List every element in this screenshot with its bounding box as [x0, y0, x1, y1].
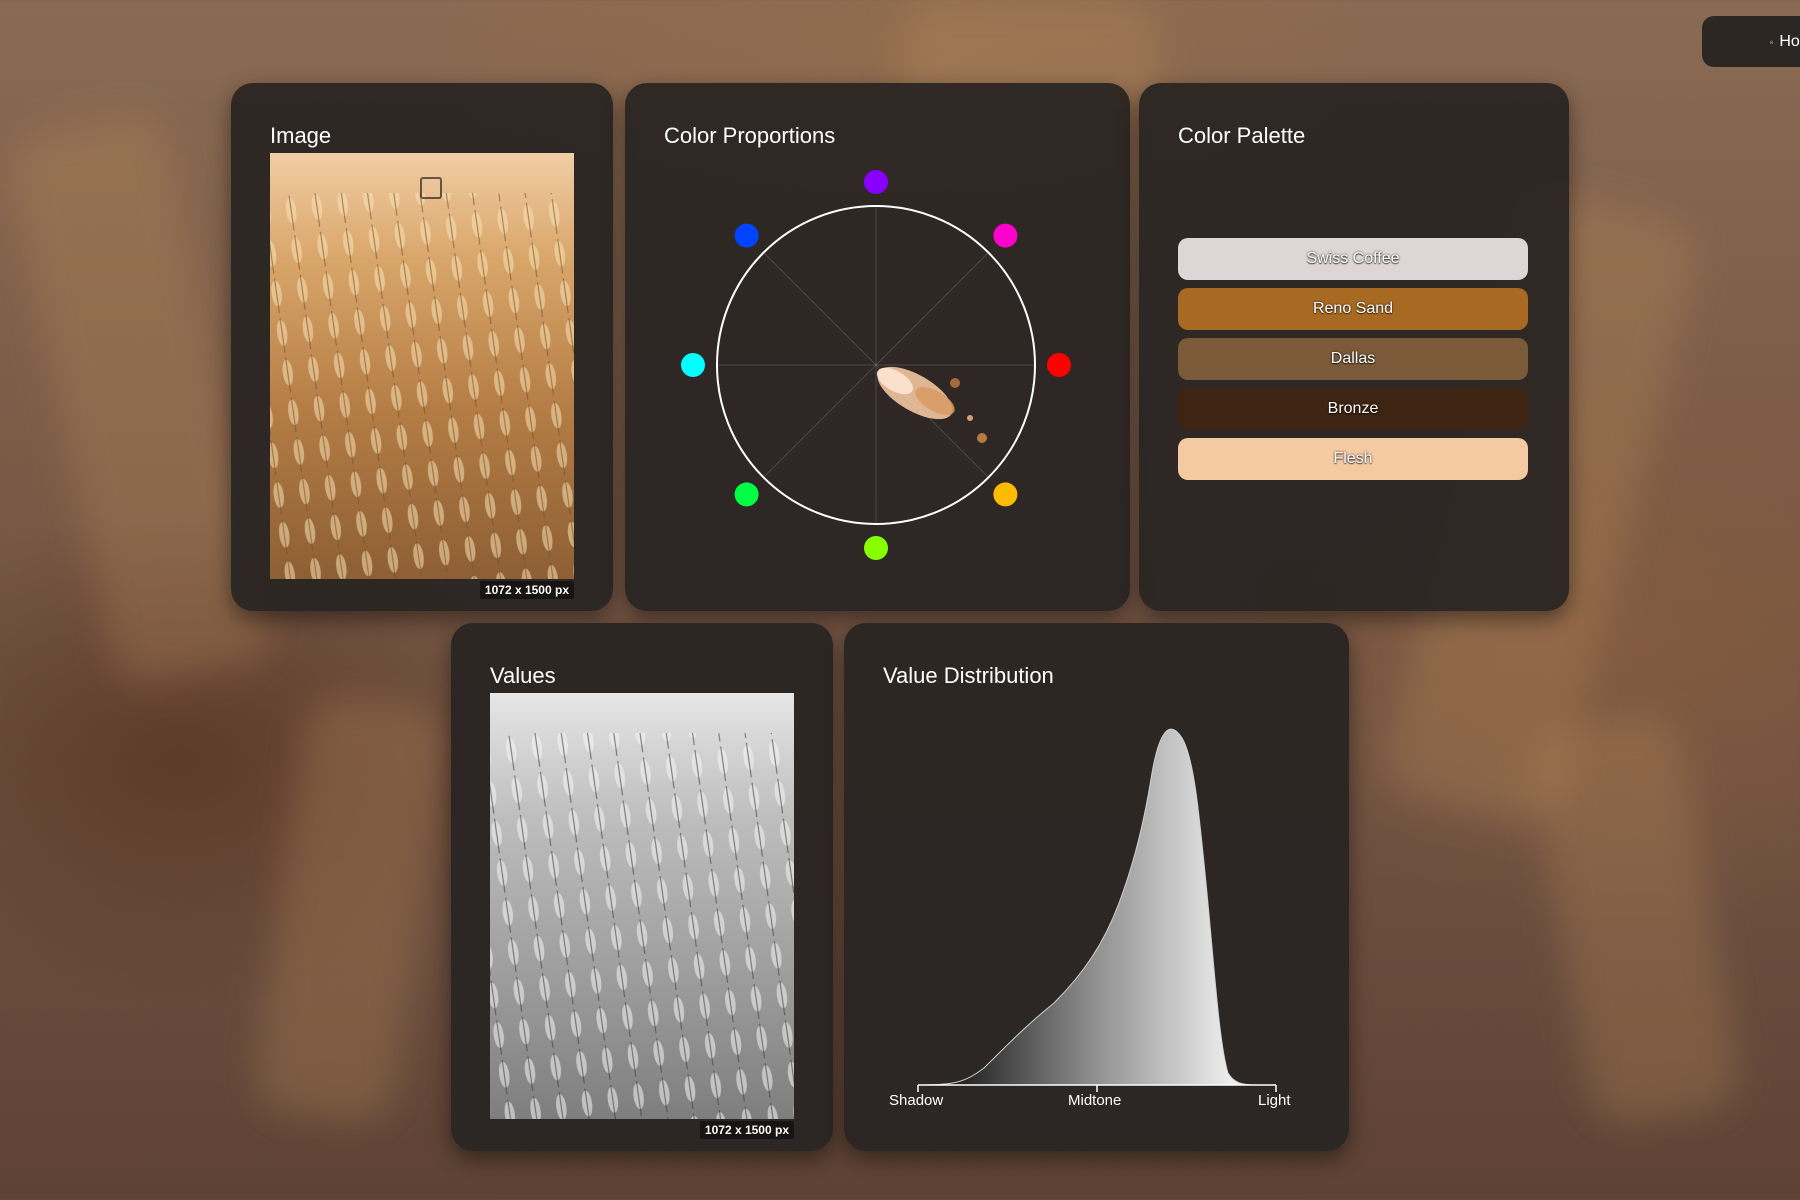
values-card-title: Values: [490, 663, 556, 688]
hue-marker-green: [734, 482, 759, 507]
palette-swatch-bronze[interactable]: Bronze: [1178, 388, 1528, 430]
hue-marker-blue: [734, 223, 759, 248]
image-dimensions: 1072 x 1500 px: [479, 581, 574, 599]
wheat-photo: [270, 153, 574, 579]
color-blob: [876, 366, 987, 443]
axis-label-midtone: Midtone: [1068, 1092, 1122, 1109]
home-button[interactable]: Home: [1702, 16, 1800, 67]
hue-marker-violet: [864, 170, 888, 194]
palette-swatch-flesh[interactable]: Flesh: [1178, 438, 1528, 480]
palette-swatch-reno-sand[interactable]: Reno Sand: [1178, 288, 1528, 330]
color-palette-card: Color Palette Swiss Coffee Reno Sand Dal…: [1139, 83, 1569, 611]
values-card: Values 1072 x 1500 px: [451, 623, 833, 1151]
image-card-title: Image: [270, 123, 332, 148]
value-histogram: [917, 728, 1277, 1092]
hue-marker-cyan: [681, 353, 705, 377]
hue-marker-red: [1047, 353, 1071, 377]
color-proportions-card: Color Proportions: [625, 83, 1130, 611]
values-photo: [490, 693, 794, 1119]
crop-select-toggle[interactable]: [420, 177, 442, 199]
values-dimensions: 1072 x 1500 px: [699, 1121, 794, 1139]
color-palette-title: Color Palette: [1178, 123, 1306, 148]
home-icon: [1770, 40, 1774, 43]
palette-swatch-swiss-coffee[interactable]: Swiss Coffee: [1178, 238, 1528, 280]
palette-swatch-dallas[interactable]: Dallas: [1178, 338, 1528, 380]
home-label: Home: [1779, 32, 1800, 50]
value-distribution-card: Value Distribution Shadow Midtone Light: [844, 623, 1349, 1151]
hue-marker-magenta: [993, 223, 1018, 248]
image-card: Image 1072 x 1500 px: [231, 83, 613, 611]
color-wheel: [681, 170, 1071, 560]
axis-label-light: Light: [1258, 1092, 1291, 1109]
hue-marker-orange: [993, 482, 1018, 507]
axis-label-shadow: Shadow: [889, 1092, 944, 1109]
hue-marker-yellow-green: [864, 536, 888, 560]
